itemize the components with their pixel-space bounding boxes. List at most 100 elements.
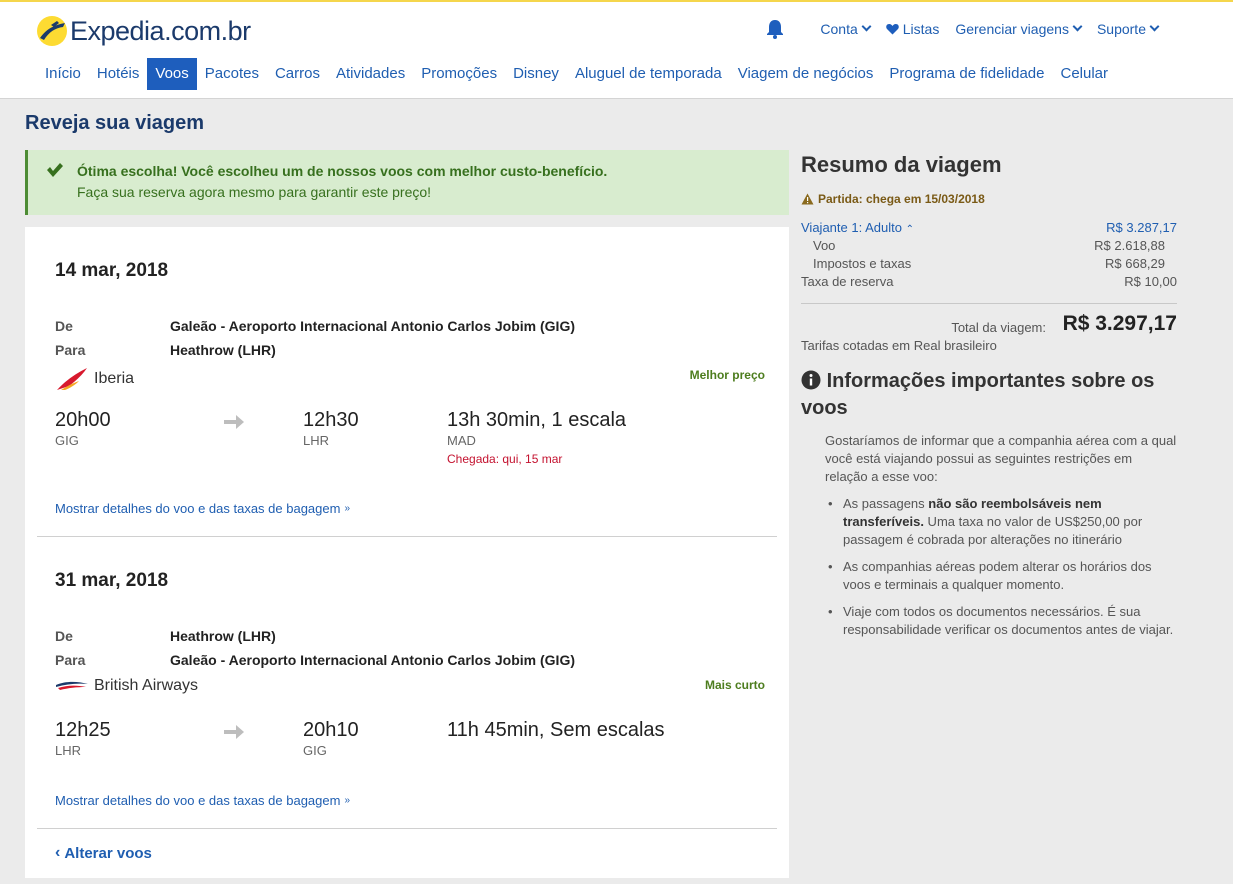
- traveler-label: Viajante 1: Adulto: [801, 220, 902, 235]
- top-links: Conta Listas Gerenciar viagens Suporte: [766, 19, 1160, 39]
- flight-cost-value: R$ 2.618,88: [1094, 238, 1165, 253]
- account-menu[interactable]: Conta: [820, 21, 872, 37]
- british-airways-logo-icon: [56, 681, 88, 690]
- shortest-badge: Mais curto: [704, 678, 765, 692]
- double-chevron-down-icon: »: [344, 794, 351, 806]
- depart-time: 12h25: [55, 719, 111, 741]
- top-header: Expedia.com.br Conta Listas Gerenciar vi…: [0, 0, 1233, 99]
- list-item: As companhias aéreas podem alterar os ho…: [825, 558, 1177, 594]
- nav-item-fidelidade[interactable]: Programa de fidelidade: [881, 58, 1052, 90]
- airline-info: British Airways: [55, 677, 198, 695]
- manage-trips-label: Gerenciar viagens: [955, 21, 1069, 37]
- from-label: De: [55, 318, 73, 334]
- lists-link[interactable]: Listas: [885, 21, 940, 37]
- list-item: Viaje com todos os documentos necessário…: [825, 603, 1177, 639]
- support-menu[interactable]: Suporte: [1096, 21, 1160, 37]
- show-details-label: Mostrar detalhes do voo e das taxas de b…: [55, 501, 341, 516]
- alert-subtext: Faça sua reserva agora mesmo para garant…: [77, 184, 432, 200]
- to-airport: Heathrow (LHR): [170, 342, 276, 358]
- airline-info: Iberia: [55, 367, 134, 391]
- from-label: De: [55, 628, 73, 644]
- chevron-left-icon: ‹: [55, 844, 61, 861]
- nav-item-aluguel[interactable]: Aluguel de temporada: [567, 58, 730, 90]
- chevron-down-icon: [1149, 21, 1160, 31]
- nav-item-disney[interactable]: Disney: [505, 58, 567, 90]
- list-item: As passagens não são reembolsáveis nem t…: [825, 495, 1177, 549]
- important-info-title: Informações importantes sobre os voos: [801, 370, 1155, 419]
- airline-name: British Airways: [94, 677, 199, 694]
- flight-cost-label: Voo: [813, 238, 836, 253]
- to-airport: Galeão - Aeroporto Internacional Antonio…: [170, 652, 575, 668]
- currency-note: Tarifas cotadas em Real brasileiro: [801, 338, 997, 353]
- info-icon: [801, 370, 821, 390]
- taxes-row: Impostos e taxas R$ 668,29: [801, 256, 1165, 271]
- total-value: R$ 3.297,17: [1062, 312, 1177, 335]
- arrow-right-icon: [224, 725, 244, 739]
- stop-code: MAD: [447, 433, 476, 448]
- chevron-down-icon: [1072, 21, 1083, 31]
- nav-item-voos[interactable]: Voos: [147, 58, 197, 90]
- flight-date: 14 mar, 2018: [55, 260, 169, 281]
- double-chevron-down-icon: »: [344, 502, 351, 514]
- taxes-label: Impostos e taxas: [813, 256, 912, 271]
- best-price-badge: Melhor preço: [689, 368, 765, 382]
- nav-item-inicio[interactable]: Início: [37, 58, 89, 90]
- show-details-link[interactable]: Mostrar detalhes do voo e das taxas de b…: [55, 501, 350, 516]
- bell-icon[interactable]: [766, 19, 784, 39]
- alert-headline: Ótima escolha! Você escolheu um de nosso…: [77, 163, 608, 179]
- depart-code: GIG: [55, 433, 79, 448]
- important-info-heading: Informações importantes sobre os voos: [801, 368, 1177, 422]
- restrictions-list: As passagens não são reembolsáveis nem t…: [825, 495, 1177, 648]
- chevron-down-icon: [861, 21, 872, 31]
- airline-name: Iberia: [94, 370, 135, 387]
- flight-duration: 13h 30min, 1 escala: [447, 409, 627, 431]
- flight-divider: [37, 536, 777, 537]
- page-title: Reveja sua viagem: [25, 112, 204, 134]
- change-flights-link[interactable]: ‹ Alterar voos: [55, 844, 152, 862]
- change-flights-label: Alterar voos: [64, 844, 152, 862]
- nav-item-celular[interactable]: Celular: [1052, 58, 1116, 90]
- lists-label: Listas: [902, 21, 940, 37]
- success-alert: Ótima escolha! Você escolheu um de nosso…: [25, 150, 789, 215]
- manage-trips-menu[interactable]: Gerenciar viagens: [955, 21, 1083, 37]
- arrive-time: 20h10: [303, 719, 359, 741]
- main-nav: Início Hotéis Voos Pacotes Carros Ativid…: [37, 58, 1116, 90]
- nav-item-carros[interactable]: Carros: [267, 58, 328, 90]
- show-details-link[interactable]: Mostrar detalhes do voo e das taxas de b…: [55, 793, 350, 808]
- nav-item-negocios[interactable]: Viagem de negócios: [730, 58, 882, 90]
- total-label: Total da viagem:: [951, 320, 1046, 335]
- to-label: Para: [55, 652, 86, 668]
- check-icon: [47, 163, 63, 177]
- nav-item-hoteis[interactable]: Hotéis: [89, 58, 148, 90]
- flights-card: 14 mar, 2018 De Galeão - Aeroporto Inter…: [25, 227, 789, 878]
- nav-item-pacotes[interactable]: Pacotes: [197, 58, 267, 90]
- bullet-text: As passagens: [843, 496, 929, 511]
- booking-fee-label: Taxa de reserva: [801, 274, 894, 289]
- arrive-code: LHR: [303, 433, 330, 448]
- logo-text: Expedia.com.br: [70, 15, 251, 46]
- departure-warning: Partida: chega em 15/03/2018: [801, 192, 985, 206]
- warning-text: Partida: chega em 15/03/2018: [818, 192, 985, 206]
- booking-fee-value: R$ 10,00: [1124, 274, 1177, 289]
- arrival-note: Chegada: qui, 15 mar: [447, 452, 563, 466]
- nav-item-promocoes[interactable]: Promoções: [413, 58, 505, 90]
- depart-time: 20h00: [55, 409, 111, 431]
- heart-icon: [885, 24, 899, 35]
- flight-divider: [37, 828, 777, 829]
- arrive-time: 12h30: [303, 409, 359, 431]
- nav-item-atividades[interactable]: Atividades: [328, 58, 413, 90]
- account-label: Conta: [820, 21, 858, 37]
- summary-title: Resumo da viagem: [801, 152, 1002, 177]
- support-label: Suporte: [1096, 21, 1146, 37]
- depart-code: LHR: [55, 743, 82, 758]
- warning-icon: [801, 193, 814, 205]
- booking-fee-row: Taxa de reserva R$ 10,00: [801, 274, 1177, 289]
- from-airport: Heathrow (LHR): [170, 628, 276, 644]
- flight-duration: 11h 45min, Sem escalas: [447, 719, 665, 741]
- traveler-value: R$ 3.287,17: [1106, 220, 1177, 235]
- expedia-logo[interactable]: Expedia.com.br: [37, 14, 251, 48]
- from-airport: Galeão - Aeroporto Internacional Antonio…: [170, 318, 575, 334]
- important-info-text: Gostaríamos de informar que a companhia …: [825, 433, 1177, 484]
- traveler-row[interactable]: Viajante 1: Adulto ⌃ R$ 3.287,17: [801, 220, 1177, 235]
- chevron-up-icon: ⌃: [905, 224, 914, 235]
